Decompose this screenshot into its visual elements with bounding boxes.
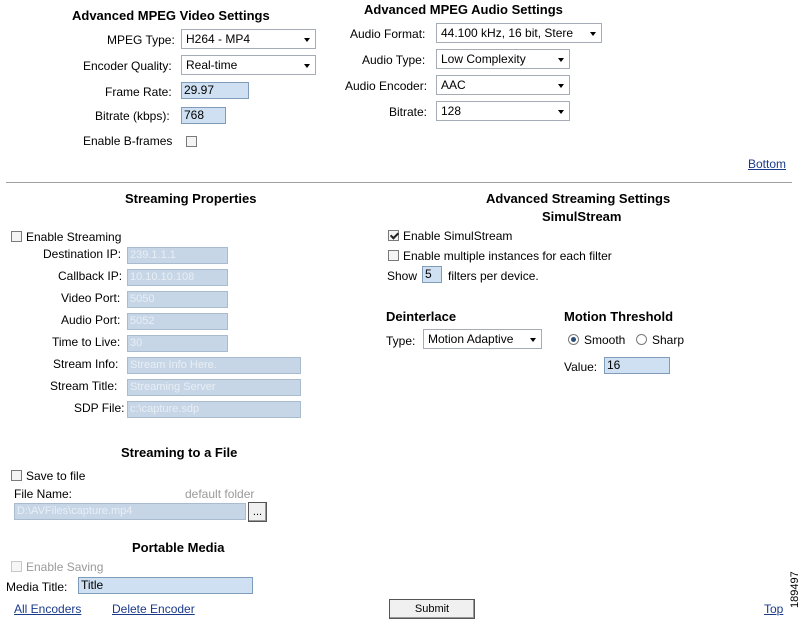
- frame-rate-label: Frame Rate:: [105, 85, 172, 99]
- stream-info-input[interactable]: Stream Info Here.: [127, 357, 301, 374]
- save-to-file-checkbox[interactable]: [11, 470, 22, 481]
- bottom-link[interactable]: Bottom: [748, 157, 786, 171]
- delete-encoder-link[interactable]: Delete Encoder: [112, 602, 195, 616]
- bframes-checkbox[interactable]: [186, 136, 197, 147]
- chevron-down-icon: [300, 30, 315, 48]
- audio-format-select[interactable]: 44.100 kHz, 16 bit, Stere: [436, 23, 602, 43]
- chevron-down-icon: [300, 56, 315, 74]
- audio-bitrate-label: Bitrate:: [389, 105, 428, 119]
- audio-type-value: Low Complexity: [441, 52, 526, 66]
- bitrate-kbps-label: Bitrate (kbps):: [95, 109, 170, 123]
- file-name-label: File Name:: [14, 487, 73, 501]
- audio-port-label: Audio Port:: [61, 313, 121, 327]
- chevron-down-icon: [554, 76, 569, 94]
- audio-settings-heading: Advanced MPEG Audio Settings: [364, 2, 563, 17]
- smooth-radio[interactable]: [568, 334, 579, 345]
- mpeg-type-label: MPEG Type:: [107, 33, 175, 47]
- callback-ip-input[interactable]: 10.10.10.108: [127, 269, 228, 286]
- audio-type-label: Audio Type:: [362, 53, 426, 67]
- enable-saving-checkbox[interactable]: [11, 561, 22, 572]
- video-port-label: Video Port:: [61, 291, 121, 305]
- streaming-properties-heading: Streaming Properties: [125, 191, 257, 206]
- media-title-label: Media Title:: [6, 580, 68, 594]
- time-to-live-label: Time to Live:: [52, 335, 121, 349]
- audio-bitrate-select[interactable]: 128: [436, 101, 570, 121]
- enable-streaming-checkbox[interactable]: [11, 231, 22, 242]
- save-to-file-label: Save to file: [26, 469, 86, 483]
- audio-format-value: 44.100 kHz, 16 bit, Stere: [441, 26, 574, 40]
- deinterlace-type-label: Type:: [386, 334, 416, 348]
- file-path-input[interactable]: D:\AVFiles\capture.mp4: [14, 503, 246, 520]
- portable-media-heading: Portable Media: [132, 540, 225, 555]
- audio-encoder-select[interactable]: AAC: [436, 75, 570, 95]
- sdp-file-label: SDP File:: [74, 401, 125, 415]
- frame-rate-input[interactable]: 29.97: [181, 82, 249, 99]
- destination-ip-label: Destination IP:: [43, 247, 122, 261]
- enable-streaming-label: Enable Streaming: [26, 230, 122, 244]
- audio-encoder-value: AAC: [441, 78, 466, 92]
- motion-threshold-heading: Motion Threshold: [564, 309, 674, 324]
- audio-encoder-label: Audio Encoder:: [345, 79, 428, 93]
- audio-format-label: Audio Format:: [350, 27, 426, 41]
- stream-title-label: Stream Title:: [50, 379, 118, 393]
- bitrate-kbps-input[interactable]: 768: [181, 107, 226, 124]
- callback-ip-label: Callback IP:: [58, 269, 123, 283]
- chevron-down-icon: [554, 50, 569, 68]
- time-to-live-input[interactable]: 30: [127, 335, 228, 352]
- encoder-quality-select[interactable]: Real-time: [181, 55, 316, 75]
- encoder-quality-label: Encoder Quality:: [83, 59, 172, 73]
- filters-per-device-label: filters per device.: [448, 269, 539, 283]
- video-port-input[interactable]: 5050: [127, 291, 228, 308]
- multiple-instances-label: Enable multiple instances for each filte…: [403, 249, 612, 263]
- audio-port-input[interactable]: 5052: [127, 313, 228, 330]
- enable-simulstream-checkbox[interactable]: [388, 230, 399, 241]
- deinterlace-type-value: Motion Adaptive: [428, 332, 514, 346]
- sharp-radio[interactable]: [636, 334, 647, 345]
- enable-saving-label: Enable Saving: [26, 560, 104, 574]
- deinterlace-heading: Deinterlace: [386, 309, 457, 324]
- stream-info-label: Stream Info:: [53, 357, 119, 371]
- sdp-file-input[interactable]: c:\capture.sdp: [127, 401, 301, 418]
- show-label: Show: [387, 269, 418, 283]
- submit-button[interactable]: Submit: [389, 599, 475, 619]
- streaming-to-file-heading: Streaming to a File: [121, 445, 238, 460]
- figure-id: 189497: [789, 571, 801, 608]
- browse-button[interactable]: ...: [248, 502, 267, 522]
- smooth-label: Smooth: [584, 333, 626, 347]
- simulstream-heading: SimulStream: [542, 209, 622, 224]
- chevron-down-icon: [554, 102, 569, 120]
- destination-ip-input[interactable]: 239.1.1.1: [127, 247, 228, 264]
- deinterlace-type-select[interactable]: Motion Adaptive: [423, 329, 542, 349]
- mpeg-type-value: H264 - MP4: [186, 32, 251, 46]
- stream-title-input[interactable]: Streaming Server: [127, 379, 301, 396]
- all-encoders-link[interactable]: All Encoders: [14, 602, 81, 616]
- video-settings-heading: Advanced MPEG Video Settings: [72, 8, 270, 23]
- section-divider: [6, 182, 792, 183]
- enable-simulstream-label: Enable SimulStream: [403, 229, 513, 243]
- top-link[interactable]: Top: [764, 602, 783, 616]
- sharp-label: Sharp: [652, 333, 685, 347]
- default-folder-label: default folder: [185, 487, 255, 501]
- audio-bitrate-value: 128: [441, 104, 462, 118]
- media-title-input[interactable]: Title: [78, 577, 253, 594]
- threshold-value-input[interactable]: 16: [604, 357, 670, 374]
- chevron-down-icon: [586, 24, 601, 42]
- bframes-label: Enable B-frames: [83, 134, 173, 148]
- advanced-streaming-heading: Advanced Streaming Settings: [486, 191, 671, 206]
- threshold-value-label: Value:: [564, 360, 598, 374]
- audio-type-select[interactable]: Low Complexity: [436, 49, 570, 69]
- chevron-down-icon: [526, 330, 541, 348]
- mpeg-type-select[interactable]: H264 - MP4: [181, 29, 316, 49]
- filters-count-input[interactable]: 5: [422, 266, 442, 283]
- multiple-instances-checkbox[interactable]: [388, 250, 399, 261]
- encoder-quality-value: Real-time: [186, 58, 238, 72]
